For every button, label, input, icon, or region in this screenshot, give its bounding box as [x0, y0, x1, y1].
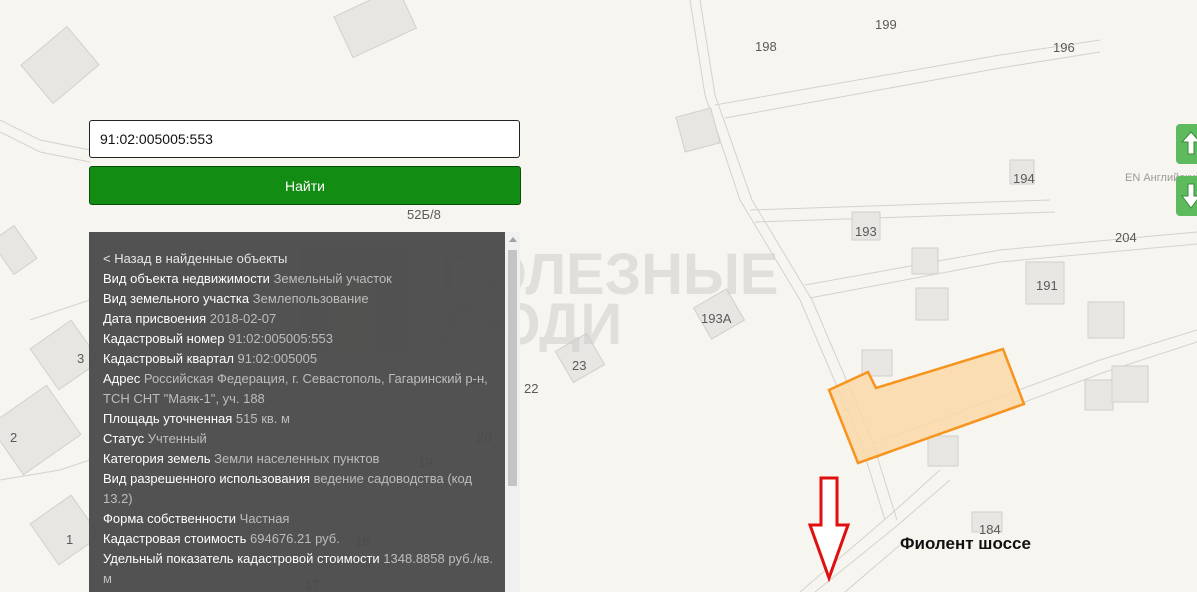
info-row: Кадастровый номер 91:02:005005:553	[103, 329, 493, 349]
info-row-value: Учтенный	[147, 431, 207, 446]
info-row-key: Площадь уточненная	[103, 411, 233, 426]
info-row: Кадастровый квартал 91:02:005005	[103, 349, 493, 369]
zoom-out-button[interactable]	[1176, 176, 1197, 216]
info-row-value: 91:02:005005	[237, 351, 318, 366]
arrow-down-icon	[1181, 183, 1197, 209]
info-row: Форма собственности Частная	[103, 509, 493, 529]
info-row: Дата присвоения 2018-02-07	[103, 309, 493, 329]
map-label: 1	[66, 532, 74, 547]
map-label: 193А	[701, 311, 732, 326]
map-label: 3	[77, 351, 85, 366]
search-button[interactable]: Найти	[89, 166, 521, 205]
info-row-value: 2018-02-07	[209, 311, 277, 326]
info-row-key: Удельный показатель кадастровой стоимост…	[103, 551, 380, 566]
info-row-key: Вид разрешенного использования	[103, 471, 311, 486]
scrollbar-thumb[interactable]	[508, 250, 517, 486]
map-label: 23	[572, 358, 587, 373]
red-arrow-icon	[807, 476, 851, 583]
info-row-key: Кадастровый номер	[103, 331, 225, 346]
info-panel-scrollbar[interactable]	[505, 232, 520, 592]
info-row-key: Адрес	[103, 371, 141, 386]
info-row-key: Форма собственности	[103, 511, 237, 526]
info-row: Вид объекта недвижимости Земельный участ…	[103, 269, 493, 289]
info-row: Площадь уточненная 515 кв. м	[103, 409, 493, 429]
map-label: 2	[10, 430, 18, 445]
info-row-value: Земли населенных пунктов	[214, 451, 380, 466]
map-label: 204	[1115, 230, 1137, 245]
cadastral-parcel[interactable]	[827, 347, 1026, 465]
map-label: 199	[875, 17, 897, 32]
info-row-value: Землепользование	[252, 291, 369, 306]
info-row-value: 91:02:005005:553	[228, 331, 333, 346]
info-row: Адрес Российская Федерация, г. Севастопо…	[103, 369, 493, 409]
info-row: Кадастровая стоимость 694676.21 руб.	[103, 529, 493, 549]
map-label: 191	[1036, 278, 1058, 293]
info-row-value: Земельный участок	[273, 271, 392, 286]
scroll-up-icon[interactable]	[509, 237, 517, 242]
info-row: Удельный показатель кадастровой стоимост…	[103, 549, 493, 589]
info-row: Категория земель Земли населенных пункто…	[103, 449, 493, 469]
cadastral-search-input[interactable]	[89, 120, 520, 158]
info-row-key: Статус	[103, 431, 145, 446]
info-row: Вид разрешенного использования ведение с…	[103, 469, 493, 509]
info-row-key: Вид объекта недвижимости	[103, 271, 270, 286]
info-row-value: Частная	[239, 511, 290, 526]
info-row-key: Вид земельного участка	[103, 291, 250, 306]
map-label: 52Б/8	[407, 207, 441, 222]
map-label: 194	[1013, 171, 1035, 186]
info-row-key: Категория земель	[103, 451, 211, 466]
map-label: 22	[524, 381, 539, 396]
info-row: Вид земельного участка Землепользование	[103, 289, 493, 309]
info-row-key: Кадастровый квартал	[103, 351, 234, 366]
info-row-value: 515 кв. м	[235, 411, 290, 426]
info-row-value: Российская Федерация, г. Севастополь, Га…	[103, 371, 488, 406]
info-row-value: 694676.21 руб.	[250, 531, 340, 546]
object-info-panel: < Назад в найденные объекты Вид объекта …	[89, 232, 505, 592]
arrow-up-icon	[1180, 131, 1197, 155]
map-label: 196	[1053, 40, 1075, 55]
info-rows: < Назад в найденные объекты Вид объекта …	[103, 249, 493, 589]
info-row: Статус Учтенный	[103, 429, 493, 449]
map-label: 198	[755, 39, 777, 54]
info-row-key: Дата присвоения	[103, 311, 207, 326]
info-row-key: Кадастровая стоимость	[103, 531, 247, 546]
road-name-label: Фиолент шоссе	[900, 534, 1031, 553]
map-label: 193	[855, 224, 877, 239]
zoom-in-button[interactable]	[1176, 124, 1197, 164]
back-to-results-link[interactable]: < Назад в найденные объекты	[103, 249, 493, 269]
